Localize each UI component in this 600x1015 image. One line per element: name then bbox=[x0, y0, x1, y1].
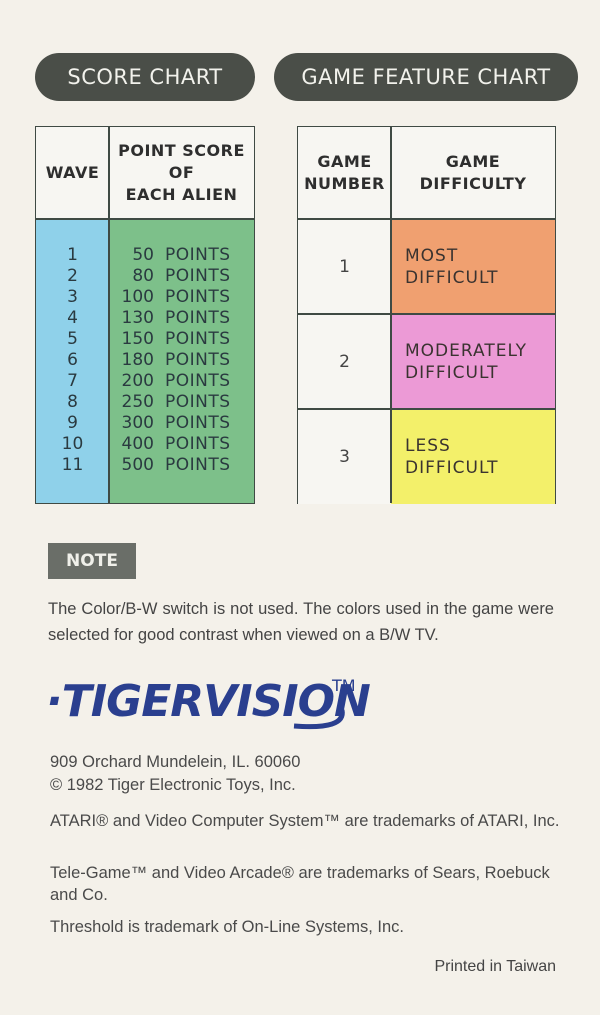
game-number: 3 bbox=[298, 409, 391, 504]
score-unit: POINTS bbox=[165, 413, 231, 433]
score-value: 80 bbox=[132, 266, 154, 286]
wave-column-header: WAVE bbox=[36, 127, 109, 219]
score-row: 4 130 POINTS bbox=[36, 308, 254, 329]
point-score-column-header: POINT SCORE OF EACH ALIEN bbox=[109, 127, 254, 219]
wave-number: 10 bbox=[61, 434, 84, 454]
game-feature-row: 2 MODERATELY DIFFICULT bbox=[298, 314, 555, 409]
score-unit: POINTS bbox=[165, 350, 231, 370]
score-value: 500 bbox=[121, 455, 154, 475]
note-text: The Color/B-W switch is not used. The co… bbox=[48, 600, 554, 644]
wave-number: 11 bbox=[61, 455, 84, 475]
wave-header-text: WAVE bbox=[45, 163, 100, 182]
score-unit: POINTS bbox=[165, 308, 231, 328]
score-value: 50 bbox=[132, 245, 154, 265]
score-unit: POINTS bbox=[165, 455, 231, 475]
score-unit: POINTS bbox=[165, 287, 231, 307]
score-unit: POINTS bbox=[165, 371, 231, 391]
score-unit: POINTS bbox=[165, 245, 231, 265]
score-value: 200 bbox=[121, 371, 154, 391]
game-number-column-header: GAME NUMBER bbox=[298, 127, 391, 219]
score-value: 130 bbox=[121, 308, 154, 328]
wave-number: 8 bbox=[67, 392, 78, 412]
game-feature-row: 1 MOST DIFFICULT bbox=[298, 219, 555, 314]
score-table: WAVE POINT SCORE OF EACH ALIEN 1 50 POINTS… bbox=[35, 126, 255, 504]
wave-number: 1 bbox=[67, 245, 78, 265]
atari-trademark-text: ATARI® and Video Computer System™ are tr… bbox=[50, 812, 560, 830]
point-score-header-line-3: EACH ALIEN bbox=[125, 185, 238, 204]
copyright-text: © 1982 Tiger Electronic Toys, Inc. bbox=[50, 776, 296, 794]
tigervision-logo: ·TIGERVISION TM bbox=[46, 676, 371, 742]
point-score-header-line-2: OF bbox=[168, 163, 195, 182]
wave-number: 3 bbox=[67, 287, 78, 307]
score-row: 5 150 POINTS bbox=[36, 329, 254, 350]
game-feature-row: 3 LESS DIFFICULT bbox=[298, 409, 555, 504]
score-row: 8 250 POINTS bbox=[36, 392, 254, 413]
score-row: 11 500 POINTS bbox=[36, 455, 254, 476]
game-number: 1 bbox=[298, 219, 391, 314]
score-value: 300 bbox=[121, 413, 154, 433]
wave-number: 4 bbox=[67, 308, 78, 328]
wave-number: 9 bbox=[67, 413, 78, 433]
score-row: 7 200 POINTS bbox=[36, 371, 254, 392]
logo-swoosh-icon bbox=[293, 709, 345, 730]
score-row: 3 100 POINTS bbox=[36, 287, 254, 308]
threshold-trademark-text: Threshold is trademark of On-Line System… bbox=[50, 918, 404, 936]
score-row: 6 180 POINTS bbox=[36, 350, 254, 371]
score-row: 2 80 POINTS bbox=[36, 266, 254, 287]
score-value: 250 bbox=[121, 392, 154, 412]
game-feature-chart-header: GAME FEATURE CHART bbox=[274, 53, 578, 101]
score-value: 400 bbox=[121, 434, 154, 454]
wave-number: 7 bbox=[67, 371, 78, 391]
game-number-header-line-2: NUMBER bbox=[304, 174, 385, 193]
address-text: 909 Orchard Mundelein, IL. 60060 bbox=[50, 753, 301, 771]
wave-number: 5 bbox=[67, 329, 78, 349]
telegame-trademark-text: Tele-Game™ and Video Arcade® are tradema… bbox=[50, 864, 550, 904]
game-difficulty-column-header: GAME DIFFICULTY bbox=[391, 127, 555, 219]
score-row: 9 300 POINTS bbox=[36, 413, 254, 434]
score-unit: POINTS bbox=[165, 434, 231, 454]
score-value: 180 bbox=[121, 350, 154, 370]
game-difficulty-header-line-2: DIFFICULTY bbox=[419, 174, 527, 193]
printed-in-text: Printed in Taiwan bbox=[434, 958, 556, 975]
game-difficulty: LESS DIFFICULT bbox=[391, 409, 555, 504]
game-feature-table: GAME NUMBER GAME DIFFICULTY 1 MOST DIFFIC… bbox=[297, 126, 556, 504]
game-difficulty: MOST DIFFICULT bbox=[391, 219, 555, 314]
score-value: 150 bbox=[121, 329, 154, 349]
game-difficulty: MODERATELY DIFFICULT bbox=[391, 314, 555, 409]
note-label: NOTE bbox=[48, 543, 136, 579]
game-number: 2 bbox=[298, 314, 391, 409]
score-row: 1 50 POINTS bbox=[36, 245, 254, 266]
wave-number: 2 bbox=[67, 266, 78, 286]
score-row: 10 400 POINTS bbox=[36, 434, 254, 455]
score-unit: POINTS bbox=[165, 392, 231, 412]
wave-number: 6 bbox=[67, 350, 78, 370]
score-unit: POINTS bbox=[165, 329, 231, 349]
point-score-header-line-1: POINT SCORE bbox=[118, 141, 245, 160]
score-unit: POINTS bbox=[165, 266, 231, 286]
score-chart-header: SCORE CHART bbox=[35, 53, 255, 101]
game-number-header-line-1: GAME bbox=[317, 152, 372, 171]
game-difficulty-header-line-1: GAME bbox=[445, 152, 501, 171]
score-list: 1 50 POINTS 2 80 POINTS 3 100 POINTS 4 130 POINTS 5 1… bbox=[36, 245, 254, 476]
score-value: 100 bbox=[121, 287, 154, 307]
